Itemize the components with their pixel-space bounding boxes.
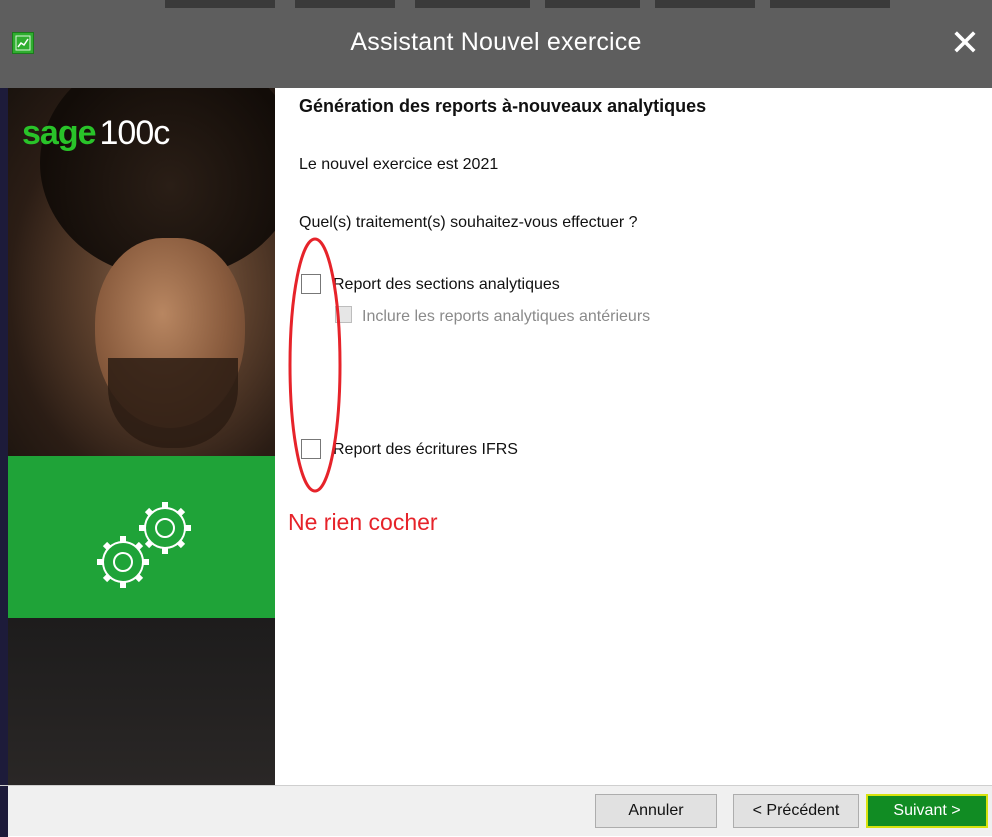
include-previous-label: Inclure les reports analytiques antérieu…: [362, 308, 651, 325]
previous-button[interactable]: < Précédent: [733, 794, 859, 828]
annotation-ellipse: [288, 237, 342, 493]
report-ifrs-label[interactable]: Report des écritures IFRS: [333, 441, 518, 459]
window-edge: [0, 786, 8, 837]
background-strip: [655, 0, 755, 8]
question-text: Quel(s) traitement(s) souhaitez-vous eff…: [299, 214, 638, 231]
window-title: Assistant Nouvel exercice: [350, 28, 642, 56]
new-year-text: Le nouvel exercice est 2021: [299, 156, 499, 173]
wizard-content: Génération des reports à-nouveaux analyt…: [275, 88, 992, 785]
banner-green-band: [8, 456, 275, 618]
background-strip: [165, 0, 275, 8]
wizard-footer: Annuler < Précédent Suivant >: [0, 785, 992, 837]
report-sections-label[interactable]: Report des sections analytiques: [333, 276, 560, 294]
background-strip: [770, 0, 890, 8]
annotation-text: Ne rien cocher: [288, 509, 438, 535]
banner-photo-bottom: [8, 618, 275, 785]
window-edge: [0, 88, 8, 785]
next-button[interactable]: Suivant >: [866, 794, 988, 828]
background-strip: [415, 0, 530, 8]
sage-logo: sage 100c: [22, 114, 171, 153]
close-icon[interactable]: ✕: [948, 24, 982, 62]
background-strip: [545, 0, 640, 8]
background-strip: [295, 0, 395, 8]
cancel-button[interactable]: Annuler: [595, 794, 717, 828]
side-banner: sage 100c: [0, 88, 275, 785]
gears-icon: [97, 502, 191, 588]
page-heading: Génération des reports à-nouveaux analyt…: [299, 96, 707, 116]
logo-brand: sage: [22, 114, 96, 152]
logo-product: 100c: [99, 114, 171, 152]
window-titlebar: Assistant Nouvel exercice ✕: [0, 0, 992, 88]
